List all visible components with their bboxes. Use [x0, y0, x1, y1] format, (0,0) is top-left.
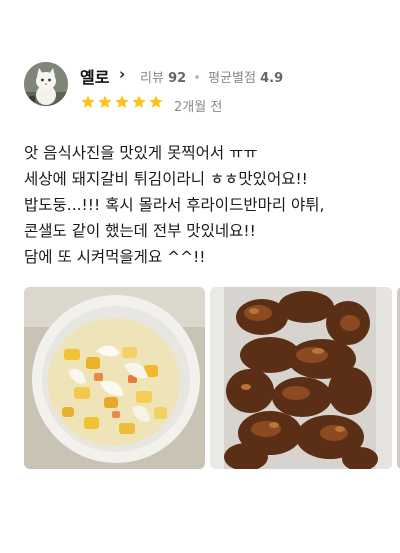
author-meta: 리뷰 92 • 평균별점 4.9	[140, 67, 283, 86]
star-icon	[115, 95, 129, 108]
corn-salad-image	[24, 287, 205, 469]
fried-pork-image	[210, 287, 392, 469]
review-text-line: 밥도둥...!!! 혹시 몰라서 후라이드반마리 야튀,	[24, 196, 325, 214]
review-card: 옐로 › 리뷰 92 • 평균별점 4.9 2개월 전 앗 음식사진을 맛있게 …	[0, 0, 400, 553]
star-icon	[132, 95, 146, 108]
review-text: 앗 음식사진을 맛있게 못찍어서 ㅠㅠ 세상에 돼지갈비 튀김이라니 ㅎㅎ맛있어…	[24, 140, 394, 270]
star-icon	[149, 95, 163, 108]
review-header: 옐로 › 리뷰 92 • 평균별점 4.9 2개월 전	[24, 62, 384, 115]
star-icon	[98, 95, 112, 108]
cat-avatar-icon	[24, 62, 68, 106]
review-count: 92	[168, 71, 187, 86]
author-name[interactable]: 옐로	[80, 64, 109, 88]
review-count-label: 리뷰	[140, 71, 164, 86]
avatar[interactable]	[24, 62, 68, 106]
review-text-line: 세상에 돼지갈비 튀김이라니 ㅎㅎ맛있어요!!	[24, 170, 308, 188]
review-date: 2개월 전	[174, 100, 223, 115]
photo-fried-pork[interactable]	[210, 287, 392, 469]
rating-stars	[80, 94, 164, 112]
review-text-line: 담에 또 시켜먹을게요 ^^!!	[24, 248, 206, 266]
chevron-right-icon[interactable]: ›	[119, 65, 125, 83]
review-text-line: 앗 음식사진을 맛있게 못찍어서 ㅠㅠ	[24, 144, 258, 162]
avg-rating-label: 평균별점	[208, 71, 256, 86]
avg-rating: 4.9	[260, 71, 284, 86]
review-photos[interactable]	[24, 287, 400, 469]
photo-corn-salad[interactable]	[24, 287, 205, 469]
star-icon	[81, 95, 95, 108]
separator-dot: •	[193, 71, 201, 86]
review-text-line: 콘샐도 같이 했는데 전부 맛있네요!!	[24, 222, 256, 240]
